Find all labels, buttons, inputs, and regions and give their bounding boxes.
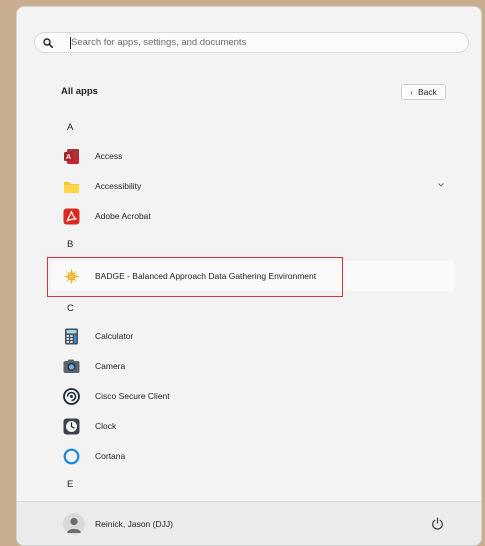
app-label: Clock <box>95 421 117 431</box>
app-item-calculator[interactable]: Calculator <box>51 321 455 351</box>
power-icon[interactable] <box>431 517 444 530</box>
section-letter-c[interactable]: C <box>67 303 74 314</box>
search-box[interactable] <box>34 32 469 53</box>
chevron-down-icon[interactable] <box>437 181 445 189</box>
app-label: Calculator <box>95 331 134 341</box>
app-item-cortana[interactable]: Cortana <box>51 441 455 471</box>
back-button[interactable]: ‹ Back <box>401 84 446 100</box>
app-label: Cortana <box>95 451 126 461</box>
app-label: Adobe Acrobat <box>95 211 151 221</box>
app-item-accessibility[interactable]: Accessibility <box>51 171 455 201</box>
all-apps-heading: All apps <box>61 86 98 97</box>
app-label: Cisco Secure Client <box>95 391 170 401</box>
app-label: Accessibility <box>95 181 142 191</box>
camera-icon <box>63 359 80 373</box>
user-icon <box>67 517 81 533</box>
app-item-adobe-acrobat[interactable]: Adobe Acrobat <box>51 201 455 231</box>
calculator-icon <box>65 328 78 345</box>
back-button-label: Back <box>417 87 437 97</box>
app-label: Access <box>95 151 123 161</box>
cortana-icon <box>63 448 80 465</box>
folder-icon <box>64 182 79 193</box>
app-item-cisco-secure-client[interactable]: Cisco Secure Client <box>51 381 455 411</box>
adobe-acrobat-icon <box>63 208 80 225</box>
search-input[interactable] <box>71 33 451 52</box>
section-letter-a[interactable]: A <box>67 122 73 133</box>
access-icon: A <box>64 149 79 164</box>
app-label: Camera <box>95 361 126 371</box>
clock-icon <box>63 418 80 435</box>
user-name[interactable]: Reinick, Jason (DJJ) <box>95 519 173 529</box>
chevron-left-icon: ‹ <box>410 87 413 97</box>
highlight-annotation-box <box>47 257 343 297</box>
app-item-access[interactable]: A Access <box>51 141 455 171</box>
cisco-secure-client-icon <box>63 388 80 405</box>
app-item-camera[interactable]: Camera <box>51 351 455 381</box>
search-icon <box>43 38 53 48</box>
avatar[interactable] <box>63 513 85 535</box>
svg-text:A: A <box>66 154 71 161</box>
section-letter-e[interactable]: E <box>67 479 73 490</box>
start-menu-footer: Reinick, Jason (DJJ) <box>17 501 481 545</box>
start-menu-panel: All apps ‹Back A A Access Accessibility … <box>16 6 482 546</box>
section-letter-b[interactable]: B <box>67 239 73 250</box>
app-item-clock[interactable]: Clock <box>51 411 455 441</box>
